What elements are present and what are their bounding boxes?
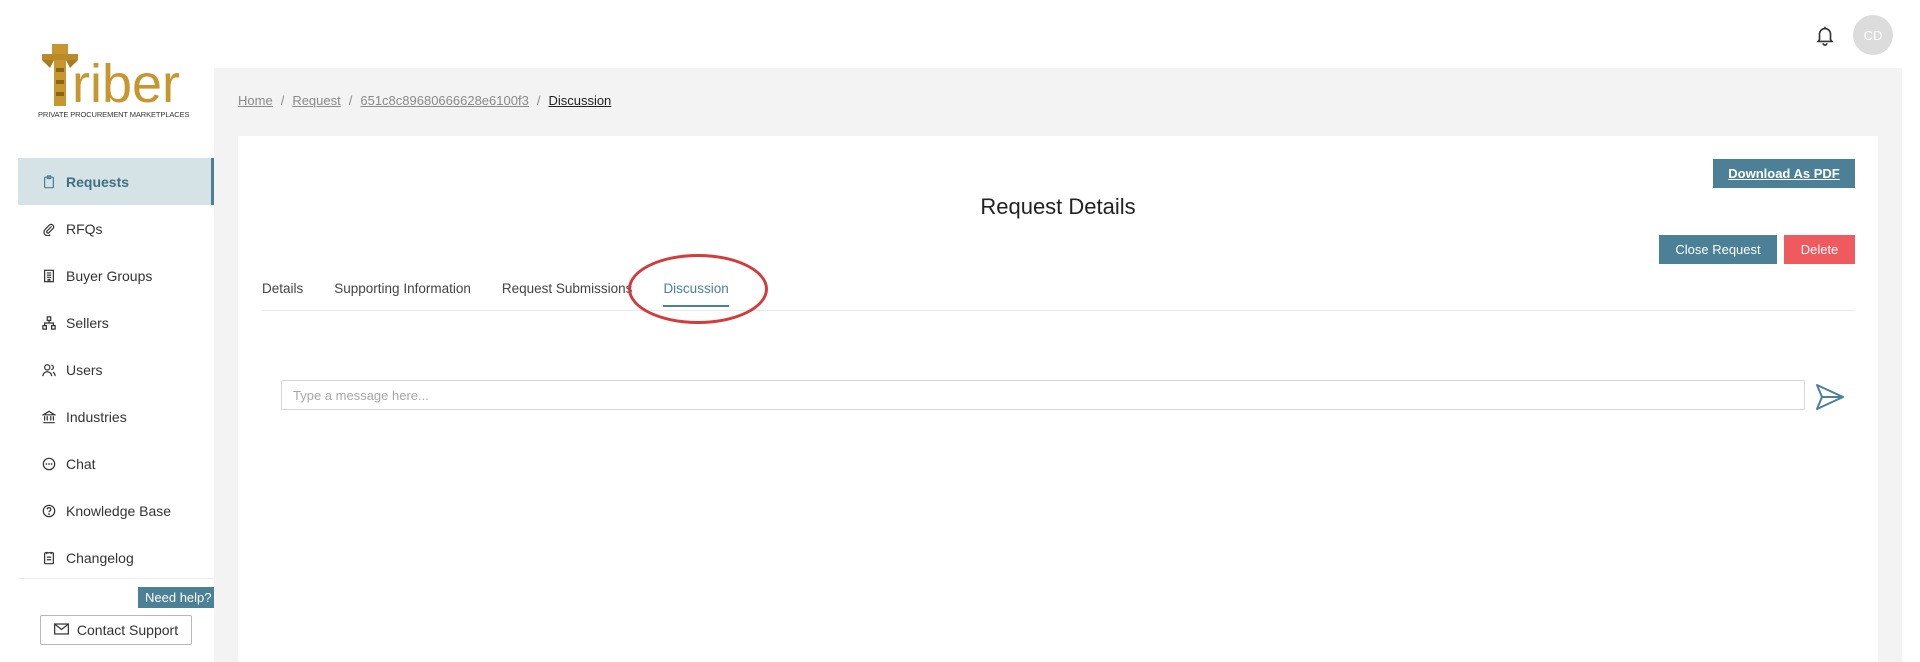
tab-request-submissions[interactable]: Request Submissions — [502, 275, 633, 310]
breadcrumb-home-link[interactable]: Home — [238, 93, 273, 108]
breadcrumb-separator: / — [348, 93, 353, 108]
tab-discussion[interactable]: Discussion — [663, 275, 730, 310]
users-icon — [42, 363, 56, 377]
breadcrumb-request-link[interactable]: Request — [292, 93, 340, 108]
request-details-card: Download As PDF Request Details Close Re… — [238, 136, 1878, 662]
sidebar-item-knowledge-base[interactable]: Knowledge Base — [18, 487, 214, 534]
clipboard-icon — [42, 174, 56, 189]
support-panel: Need help? Contact Support — [18, 578, 224, 662]
logo-tagline: PRIVATE PROCUREMENT MARKETPLACES — [38, 110, 190, 119]
notification-bell-icon[interactable] — [1814, 22, 1836, 48]
breadcrumb-separator: / — [536, 93, 541, 108]
close-request-button[interactable]: Close Request — [1659, 235, 1777, 264]
document-icon — [42, 551, 56, 565]
tab-details[interactable]: Details — [262, 275, 303, 310]
breadcrumb: Home / Request / 651c8c89680666628e6100f… — [238, 93, 611, 108]
building-icon — [42, 269, 56, 283]
sidebar-item-buyer-groups[interactable]: Buyer Groups — [18, 252, 214, 299]
need-help-badge: Need help? — [138, 587, 224, 614]
delete-button[interactable]: Delete — [1784, 235, 1855, 264]
help-circle-icon — [42, 504, 56, 518]
sidebar-item-label: Requests — [66, 173, 130, 190]
tab-supporting-information[interactable]: Supporting Information — [334, 275, 471, 310]
sidebar-item-label: Sellers — [66, 314, 109, 331]
sidebar-item-rfqs[interactable]: RFQs — [18, 205, 214, 252]
brand-logo[interactable]: riber PRIVATE PROCUREMENT MARKETPLACES — [38, 38, 198, 122]
breadcrumb-separator: / — [280, 93, 285, 108]
sidebar-nav: Requests RFQs Buyer Groups Sellers Users… — [18, 158, 214, 581]
breadcrumb-current-link[interactable]: Discussion — [548, 93, 611, 108]
mail-icon — [53, 622, 69, 638]
sidebar-item-label: Users — [66, 361, 103, 378]
request-tabs: Details Supporting Information Request S… — [262, 275, 1855, 311]
contact-support-label: Contact Support — [76, 622, 179, 638]
sidebar-item-chat[interactable]: Chat — [18, 440, 214, 487]
message-input[interactable] — [281, 380, 1805, 410]
top-bar: CD — [0, 0, 1920, 68]
logo-text: riber — [72, 54, 180, 108]
sidebar-item-users[interactable]: Users — [18, 346, 214, 393]
sidebar-item-label: Industries — [66, 408, 127, 425]
sidebar-item-label: Buyer Groups — [66, 267, 153, 284]
avatar[interactable]: CD — [1853, 15, 1893, 55]
sidebar-item-label: Changelog — [66, 549, 134, 566]
paperclip-icon — [42, 222, 56, 236]
network-icon — [42, 315, 56, 330]
sidebar-item-label: Chat — [66, 455, 96, 472]
page-title: Request Details — [980, 194, 1136, 219]
chat-icon — [42, 457, 56, 471]
download-pdf-button[interactable]: Download As PDF — [1713, 159, 1855, 188]
sidebar-item-label: Knowledge Base — [66, 502, 172, 519]
sidebar-item-requests[interactable]: Requests — [18, 158, 214, 205]
sidebar-item-industries[interactable]: Industries — [18, 393, 214, 440]
bank-icon — [42, 410, 56, 424]
sidebar-item-label: RFQs — [66, 220, 103, 237]
breadcrumb-request-id-link[interactable]: 651c8c89680666628e6100f3 — [360, 93, 528, 108]
sidebar-item-changelog[interactable]: Changelog — [18, 534, 214, 581]
logo-mark-icon: riber — [42, 44, 180, 114]
send-icon[interactable] — [1814, 381, 1846, 413]
contact-support-button[interactable]: Contact Support — [40, 615, 192, 645]
sidebar-item-sellers[interactable]: Sellers — [18, 299, 214, 346]
